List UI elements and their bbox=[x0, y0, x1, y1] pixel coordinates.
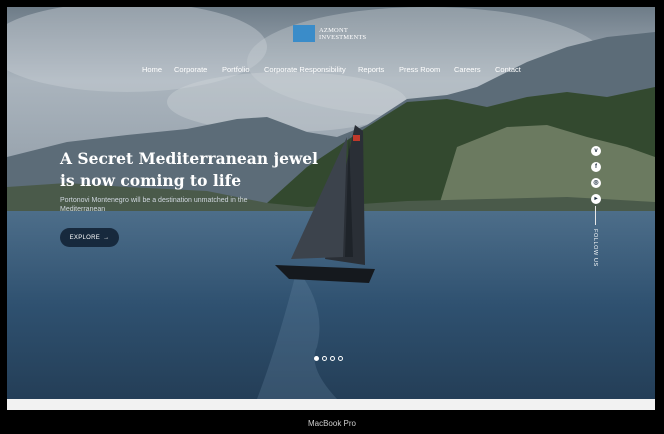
explore-button[interactable]: EXPLORE → bbox=[60, 228, 119, 247]
youtube-icon[interactable]: ▸ bbox=[591, 194, 601, 204]
logo-text: AZMONT INVESTMENTS bbox=[319, 27, 366, 41]
nav-item-contact[interactable]: Contact bbox=[495, 65, 521, 74]
logo-line-1: AZMONT bbox=[319, 26, 349, 34]
hero-subtext: Portonovi Montenegro will be a destinati… bbox=[60, 197, 248, 213]
slider-dot-1[interactable] bbox=[314, 356, 319, 361]
slider-dot-3[interactable] bbox=[330, 356, 335, 361]
nav-item-corporate-responsibility[interactable]: Corporate Responsibility bbox=[264, 65, 346, 74]
hero-headline-line-1: A Secret Mediterranean jewel bbox=[60, 149, 319, 168]
hero-headline-line-2: is now coming to life bbox=[60, 171, 242, 190]
instagram-icon[interactable]: ◎ bbox=[591, 178, 601, 188]
follow-us-label: FOLLOW US bbox=[592, 229, 598, 267]
nav-item-press-room[interactable]: Press Room bbox=[399, 65, 440, 74]
facebook-icon[interactable]: f bbox=[591, 162, 601, 172]
page-bottom-strip bbox=[7, 399, 655, 410]
azmont-logo-icon bbox=[293, 25, 315, 42]
nav-item-home[interactable]: Home bbox=[142, 65, 162, 74]
arrow-right-icon: → bbox=[103, 234, 110, 241]
device-label: MacBook Pro bbox=[307, 419, 357, 428]
follow-divider bbox=[595, 206, 596, 225]
website-screen: AZMONT INVESTMENTS Home Corporate Portfo… bbox=[7, 7, 655, 399]
slider-pagination bbox=[314, 356, 343, 361]
slider-dot-2[interactable] bbox=[322, 356, 327, 361]
site-logo[interactable]: AZMONT INVESTMENTS bbox=[293, 25, 366, 42]
vimeo-icon[interactable]: v bbox=[591, 146, 601, 156]
nav-item-corporate[interactable]: Corporate bbox=[174, 65, 207, 74]
logo-line-2: INVESTMENTS bbox=[319, 33, 367, 41]
hero-headline: A Secret Mediterranean jewel is now comi… bbox=[60, 148, 318, 192]
main-navigation: Home Corporate Portfolio Corporate Respo… bbox=[7, 65, 655, 77]
nav-item-careers[interactable]: Careers bbox=[454, 65, 481, 74]
nav-item-reports[interactable]: Reports bbox=[358, 65, 384, 74]
slider-dot-4[interactable] bbox=[338, 356, 343, 361]
nav-item-portfolio[interactable]: Portfolio bbox=[222, 65, 250, 74]
explore-button-label: EXPLORE bbox=[69, 234, 101, 241]
